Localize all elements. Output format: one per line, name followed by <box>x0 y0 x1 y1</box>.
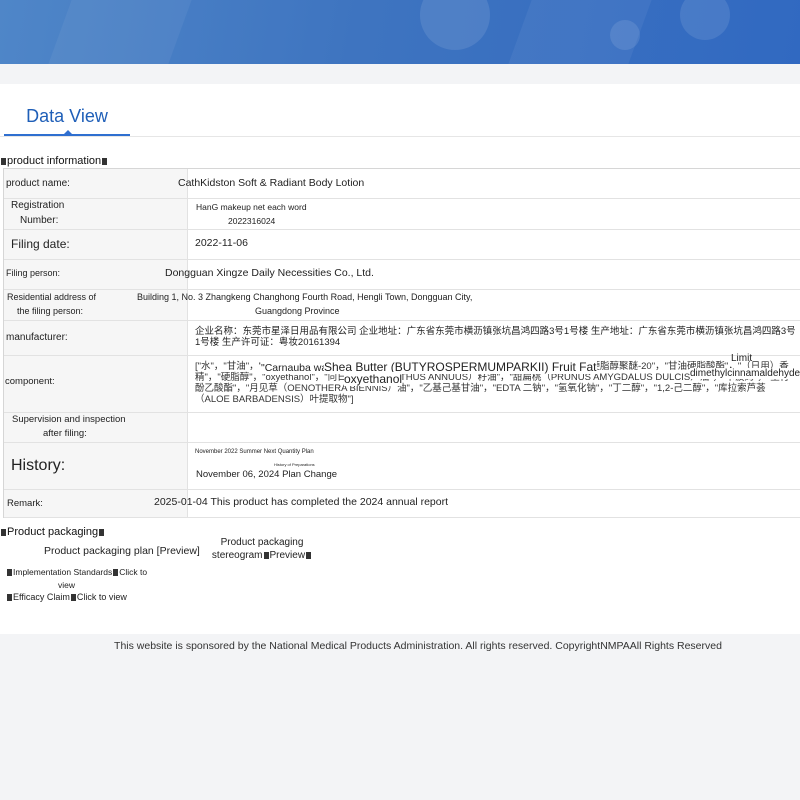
bracket-icon <box>306 551 312 559</box>
bracket-icon <box>263 551 269 559</box>
bracket-icon <box>70 594 76 602</box>
filing-date-value-text: 2022-11-06 <box>195 237 248 249</box>
product-name-label: product name: <box>4 169 188 198</box>
manufacturer-label: manufacturer: <box>4 321 188 355</box>
bracket-icon <box>7 569 12 577</box>
supervision-label-line2: after filing: <box>43 428 87 439</box>
component-label: component: <box>4 356 188 412</box>
product-information-title: product information <box>7 155 102 167</box>
product-information-heading: product information <box>0 155 108 167</box>
registration-value-line1: HanG makeup net each word <box>196 202 307 212</box>
bracket-icon <box>102 157 108 165</box>
component-label-text: component: <box>5 376 55 387</box>
row-supervision: Supervision and inspection after filing: <box>4 413 800 443</box>
history-line3: November 06, 2024 Plan Change <box>196 469 338 480</box>
banner-gap <box>0 64 800 84</box>
efficacy-claim-label: Efficacy Claim <box>13 592 70 602</box>
address-value-line2: Guangdong Province <box>255 306 340 316</box>
packaging-plan-preview-link[interactable]: Product packaging plan [Preview] <box>44 545 200 557</box>
stereogram-line2: stereogram <box>211 550 263 561</box>
footer-copyright: This website is sponsored by the Nationa… <box>114 640 722 652</box>
component-overlay-limit: Limit <box>731 353 753 364</box>
tab-data-view[interactable]: Data View <box>4 104 130 136</box>
component-overlay-dimethyl: dimethylcinnamaldehyde <box>690 368 800 379</box>
implementation-standards-view-link[interactable]: view <box>58 580 75 590</box>
row-residential-address: Residential address of the filing person… <box>4 290 800 321</box>
registration-number-label: Registration Number: <box>4 199 188 229</box>
row-remark: Remark: 2025-01-04 This product has comp… <box>4 490 800 518</box>
bracket-icon <box>113 569 119 577</box>
row-manufacturer: manufacturer: 企业名称：东莞市星泽日用品有限公司 企业地址：广东省… <box>4 321 800 356</box>
registration-label-line2: Number: <box>20 215 59 226</box>
efficacy-claim-click-link[interactable]: Click to view <box>77 592 127 602</box>
row-component: component: ["水"，"甘油"，"Carnauba wax"，"She… <box>4 353 800 413</box>
filing-person-label: Filing person: <box>4 260 188 289</box>
product-name-label-text: product name: <box>6 178 70 189</box>
top-banner <box>0 0 800 64</box>
row-filing-date: Filing date: 2022-11-06 <box>4 230 800 260</box>
history-label-text: History: <box>11 457 66 474</box>
row-product-name: product name: CathKidston Soft & Radiant… <box>4 169 800 199</box>
filing-person-value: Dongguan Xingze Daily Necessities Co., L… <box>165 267 374 279</box>
banner-decor <box>420 0 490 50</box>
footer <box>0 634 800 800</box>
remark-label-text: Remark: <box>7 498 43 509</box>
implementation-standards-click-link[interactable]: Click to <box>119 567 147 577</box>
component-overlay-oxyethanol: oxyethanol <box>344 372 403 386</box>
banner-decor <box>680 0 730 40</box>
row-registration-number: Registration Number: HanG makeup net eac… <box>4 199 800 230</box>
address-label-line1: Residential address of <box>7 292 97 302</box>
product-packaging-title: Product packaging <box>7 526 99 538</box>
history-label: History: <box>4 443 188 489</box>
efficacy-claim: Efficacy Claim Click to view <box>6 592 127 602</box>
product-name-value: CathKidston Soft & Radiant Body Lotion <box>178 177 365 189</box>
address-label-line2: the filing person: <box>17 306 84 316</box>
bracket-icon <box>7 594 12 602</box>
supervision-label-line1: Supervision and inspection <box>12 414 126 425</box>
stereogram-line1: Product packaging <box>220 537 304 548</box>
row-history: History: November 2022 Summer Next Quant… <box>4 443 800 490</box>
stereogram-preview-link[interactable]: Preview <box>270 550 306 561</box>
filing-person-label-text: Filing person: <box>6 268 61 278</box>
address-value-line1: Building 1, No. 3 Zhangkeng Changhong Fo… <box>137 292 473 302</box>
filing-date-label-text: Filing date: <box>11 237 70 251</box>
filing-date-label: Filing date: <box>4 230 188 259</box>
history-line1: November 2022 Summer Next Quantity Plan <box>195 449 314 455</box>
banner-decor <box>610 20 640 50</box>
registration-number-value: HanG makeup net each word 2022316024 <box>194 199 800 229</box>
supervision-value <box>194 413 800 442</box>
manufacturer-value-text: 企业名称：东莞市星泽日用品有限公司 企业地址：广东省东莞市横沥镇张坑昌鸿四路3号… <box>195 326 796 348</box>
component-overlay-carnauba: "Carnauba wax <box>261 362 333 374</box>
filing-date-value: 2022-11-06 <box>194 230 800 259</box>
registration-value-line2: 2022316024 <box>228 216 276 226</box>
tab-bar: Data View <box>0 84 800 137</box>
bracket-icon <box>1 157 6 165</box>
banner-decor <box>48 0 192 64</box>
product-info-table: product name: CathKidston Soft & Radiant… <box>3 168 800 518</box>
packaging-stereogram: Product packaging stereogram Preview <box>210 537 314 561</box>
history-line2: History of Preparations <box>274 462 315 467</box>
row-filing-person: Filing person: Dongguan Xingze Daily Nec… <box>4 260 800 290</box>
tab-data-view-label: Data View <box>26 106 108 126</box>
history-value: November 2022 Summer Next Quantity Plan … <box>194 443 800 489</box>
manufacturer-label-text: manufacturer: <box>6 332 68 343</box>
implementation-standards: Implementation Standards Click to <box>6 567 147 577</box>
supervision-label: Supervision and inspection after filing: <box>4 413 188 442</box>
implementation-standards-label: Implementation Standards <box>13 567 113 577</box>
tab-active-caret <box>62 130 74 136</box>
bracket-icon <box>1 528 6 536</box>
remark-value: 2025-01-04 This product has completed th… <box>154 496 449 508</box>
manufacturer-value: 企业名称：东莞市星泽日用品有限公司 企业地址：广东省东莞市横沥镇张坑昌鸿四路3号… <box>194 321 800 355</box>
bracket-icon <box>99 528 105 536</box>
registration-label-line1: Registration <box>11 200 65 211</box>
product-packaging-heading: Product packaging <box>0 526 105 538</box>
